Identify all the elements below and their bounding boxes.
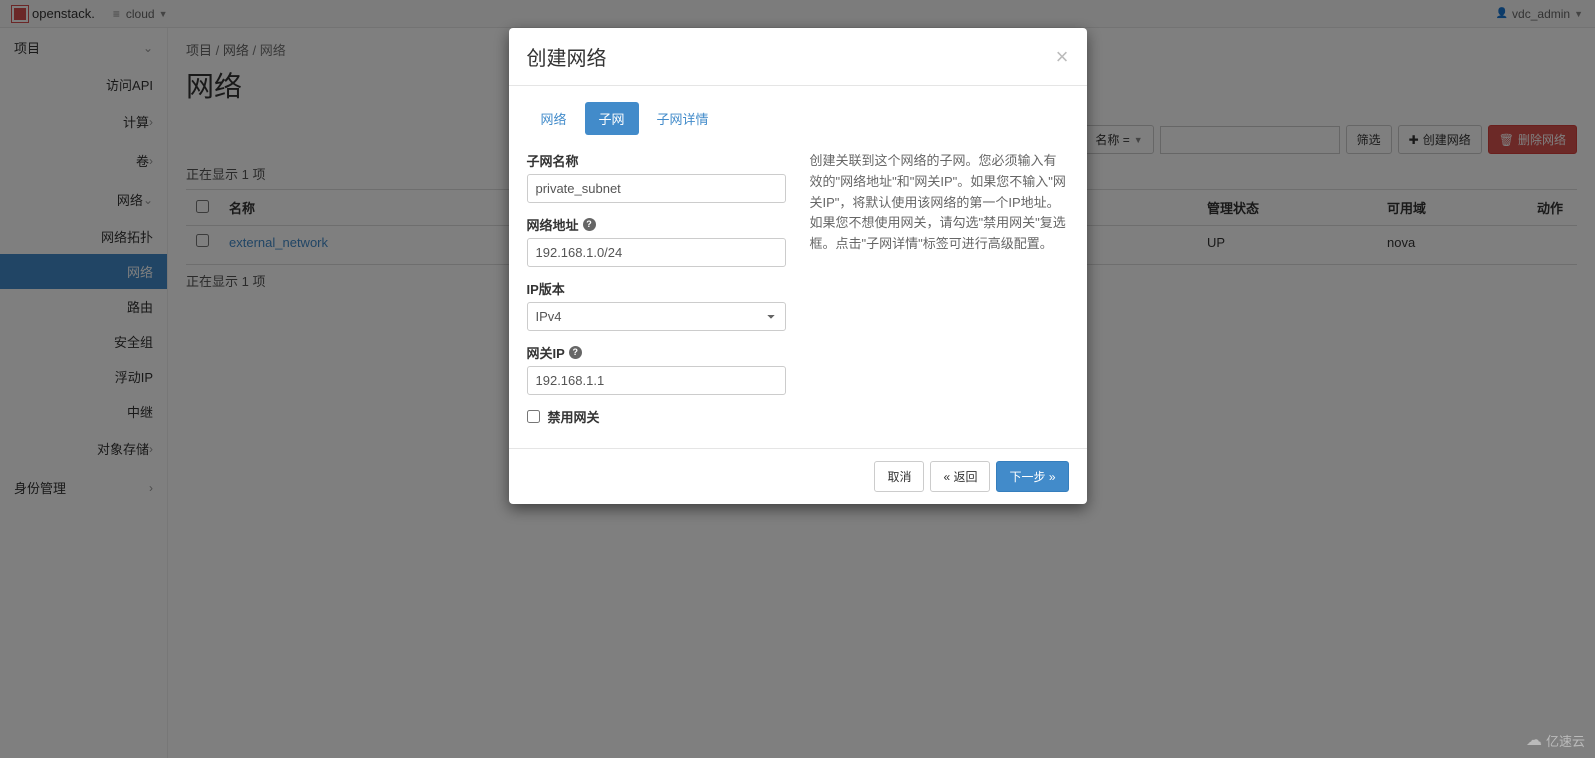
tab-subnet-detail[interactable]: 子网详情 [643, 102, 723, 135]
label-subnet-name: 子网名称 [527, 151, 786, 170]
modal-body: 网络 子网 子网详情 子网名称 网络地址? IP版本 [509, 86, 1087, 448]
help-text: 创建关联到这个网络的子网。您必须输入有效的"网络地址"和"网关IP"。如果您不输… [810, 151, 1069, 438]
tab-network[interactable]: 网络 [527, 102, 581, 135]
select-ip-version[interactable]: IPv4 [527, 302, 786, 331]
next-button[interactable]: 下一步 » [996, 461, 1068, 492]
modal-tabs: 网络 子网 子网详情 [527, 102, 1069, 135]
modal-header: 创建网络 × [509, 28, 1087, 86]
cancel-button[interactable]: 取消 [874, 461, 924, 492]
label-gateway: 网关IP [527, 343, 565, 362]
form-column: 子网名称 网络地址? IP版本 IPv4 网关IP? [527, 151, 786, 438]
close-icon[interactable]: × [1056, 46, 1069, 68]
label-ip-version: IP版本 [527, 279, 786, 298]
back-button[interactable]: « 返回 [930, 461, 990, 492]
input-subnet-name[interactable] [527, 174, 786, 203]
modal-overlay: 创建网络 × 网络 子网 子网详情 子网名称 网络地址? [0, 0, 1595, 758]
checkbox-disable-gateway[interactable] [527, 410, 540, 423]
create-network-modal: 创建网络 × 网络 子网 子网详情 子网名称 网络地址? [509, 28, 1087, 504]
input-network-address[interactable] [527, 238, 786, 267]
watermark: 亿速云 [1526, 730, 1585, 750]
label-disable-gateway: 禁用网关 [548, 407, 600, 426]
modal-footer: 取消 « 返回 下一步 » [509, 448, 1087, 504]
label-network-address: 网络地址 [527, 215, 579, 234]
modal-title: 创建网络 [527, 42, 607, 71]
help-icon[interactable]: ? [583, 218, 596, 231]
input-gateway[interactable] [527, 366, 786, 395]
tab-subnet[interactable]: 子网 [585, 102, 639, 135]
help-icon[interactable]: ? [569, 346, 582, 359]
